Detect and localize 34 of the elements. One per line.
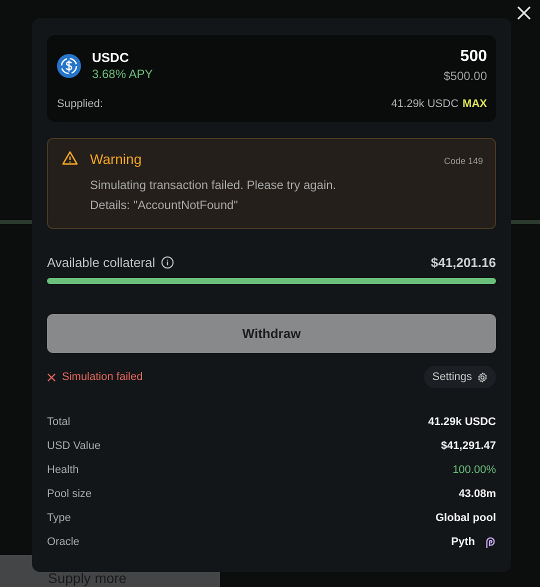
oracle-logo-icon [485, 536, 496, 548]
close-icon[interactable] [517, 6, 531, 20]
info-icon[interactable] [161, 256, 174, 269]
collateral-label: Available collateral [47, 255, 156, 270]
stat-value: 43.08m [458, 488, 496, 500]
stat-label: Health [47, 464, 80, 476]
dollar-coin-icon [57, 54, 81, 78]
warning-message: Details: "AccountNotFound" [90, 197, 239, 214]
amount-input[interactable]: 500 [407, 48, 487, 66]
status-text: Simulation failed [62, 371, 143, 383]
warning-title: Warning [90, 151, 142, 167]
error-code: Code 149 [444, 156, 483, 166]
amount-usd: $500.00 [444, 69, 487, 83]
stat-value: $41,291.47 [440, 440, 496, 452]
stat-label: Total [47, 416, 72, 428]
stat-label: Pool size [47, 488, 93, 500]
stat-value: Global pool [436, 512, 496, 524]
max-button[interactable]: MAX [462, 98, 487, 110]
supplied-value: 41.29k USDC [391, 98, 459, 110]
stat-value: 41.29k USDC [428, 416, 496, 428]
gear-icon [477, 372, 488, 382]
supplied-label: Supplied: [57, 98, 104, 110]
stat-value: Pyth [451, 536, 475, 548]
stat-label: Type [47, 512, 72, 524]
asset-symbol: USDC [92, 50, 130, 65]
settings-button[interactable]: Settings [424, 366, 496, 388]
stat-label: USD Value [47, 440, 102, 452]
warning-icon [62, 151, 78, 165]
collateral-value: $41,201.16 [430, 255, 496, 270]
warning-message: Simulating transaction failed. Please try again. [90, 177, 338, 194]
stat-label: Oracle [47, 536, 80, 548]
close-icon [47, 372, 56, 382]
stat-value: 100.00% [452, 464, 496, 476]
apy-text: 3.68% APY [92, 67, 154, 81]
